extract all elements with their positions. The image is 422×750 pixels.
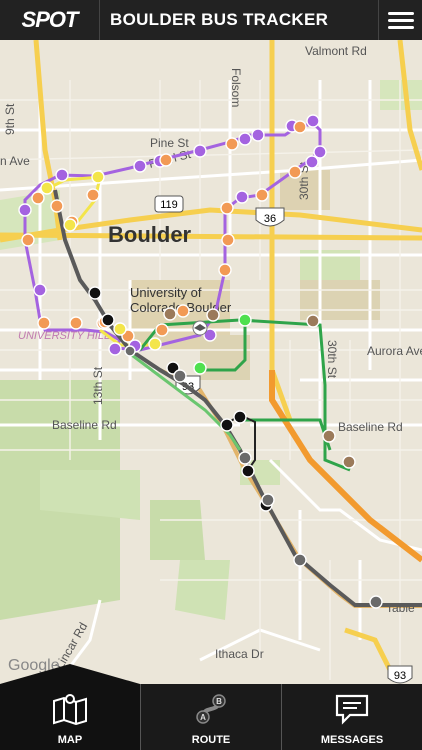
highway-shield: 93 (387, 665, 413, 684)
svg-text:B: B (216, 697, 222, 706)
nav-map[interactable]: MAP (0, 664, 140, 750)
menu-button[interactable] (378, 0, 422, 40)
street-label: n Ave (0, 154, 30, 168)
app-header: SPOT BOULDER BUS TRACKER (0, 0, 422, 40)
street-label: Ithaca Dr (215, 647, 264, 661)
city-label: Boulder (108, 222, 192, 247)
spot-logo: SPOT (0, 0, 100, 40)
nav-messages[interactable]: MESSAGES (281, 684, 422, 750)
nav-messages-label: MESSAGES (320, 734, 384, 746)
route-icon: A B (193, 693, 229, 728)
street-label: Baseline Rd (338, 420, 403, 434)
street-label: Aurora Ave (367, 344, 422, 358)
app-title: BOULDER BUS TRACKER (110, 10, 329, 29)
nav-route-label: ROUTE (191, 734, 231, 746)
bottom-nav: MAP A B ROUTE MESSAGES (0, 664, 422, 750)
map-view[interactable]: Valmont Rd Pine St Pearl St 30th St 9th … (0, 40, 422, 684)
messages-icon (334, 693, 370, 728)
svg-text:93: 93 (394, 670, 406, 682)
highway-shield: 119 (154, 195, 184, 213)
highway-shield: 36 (255, 207, 285, 227)
street-label: Valmont Rd (305, 44, 367, 58)
map-icon (52, 693, 88, 728)
nav-route[interactable]: A B ROUTE (140, 684, 281, 750)
nav-map-label: MAP (57, 734, 83, 746)
svg-text:36: 36 (264, 213, 276, 225)
street-label: Folsom (229, 68, 243, 107)
hamburger-icon (387, 11, 414, 15)
street-label: 30th St (325, 340, 339, 379)
svg-text:A: A (200, 713, 206, 722)
street-label: 9th St (3, 103, 17, 135)
campus-label: University of (130, 285, 202, 300)
street-label: Baseline Rd (52, 418, 117, 432)
street-label: 13th St (91, 366, 105, 405)
svg-text:119: 119 (160, 199, 178, 211)
